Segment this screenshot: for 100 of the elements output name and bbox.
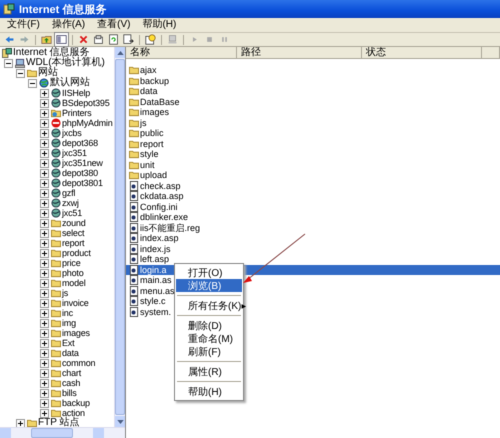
tree-item[interactable]: zound [62,218,86,228]
file-name[interactable]: left.asp [140,254,170,264]
tree-item[interactable]: select [62,228,84,238]
file-name[interactable]: ajax [140,65,157,76]
menu-item[interactable]: 帮助(H) [176,385,242,398]
expand-box[interactable] [40,178,49,188]
file-name[interactable]: backup [140,76,170,86]
file-name[interactable]: login.a [140,264,167,275]
file-name[interactable]: ckdata.asp [140,191,184,202]
file-name[interactable]: iis不能重启.reg [140,222,200,233]
file-name[interactable]: check.asp [140,180,181,191]
expand-box[interactable] [40,248,49,258]
expand-box[interactable] [40,308,49,318]
expand-box[interactable] [16,418,25,427]
menu-item[interactable]: 查看(V) [93,19,134,31]
tree-item[interactable]: model [62,278,86,288]
expand-box[interactable] [40,138,49,148]
file-name[interactable]: style [140,149,159,160]
expand-box[interactable] [40,348,49,358]
tree-item[interactable]: jxc351 [62,148,87,158]
column-header[interactable]: 名称 [126,47,237,58]
tree-item[interactable]: cash [62,378,80,388]
expand-box[interactable] [40,118,49,128]
expand-box[interactable] [40,408,49,418]
expand-box[interactable] [40,188,49,198]
tree-item[interactable]: data [62,348,79,358]
expand-box[interactable] [40,238,49,248]
expand-box[interactable] [40,318,49,328]
file-name[interactable]: menu.as [140,286,175,296]
tree-item[interactable]: WDL(本地计算机) [26,58,105,68]
tree-item[interactable]: Ext [62,338,74,348]
expand-box[interactable] [40,228,49,238]
file-name[interactable]: js [140,118,146,128]
export-list-icon[interactable] [122,33,135,46]
tree-item[interactable]: backup [62,398,90,408]
menu-item[interactable]: 帮助(H) [138,19,180,31]
expand-box[interactable] [40,298,49,308]
properties-icon[interactable] [92,33,105,46]
collapse-box[interactable] [16,68,25,78]
tree-item[interactable]: jxc51 [62,208,82,218]
menu-item[interactable]: 属性(R) [176,365,242,378]
delete-icon[interactable] [77,33,90,46]
file-name[interactable]: public [140,128,164,138]
tree-item[interactable]: Internet 信息服务 [13,48,90,58]
tree-item[interactable]: IISHelp [62,88,90,98]
file-name[interactable]: dblinker.exe [140,212,188,222]
column-header[interactable]: 状态 [362,47,482,58]
tree-item[interactable]: 默认网站 [50,78,90,88]
expand-box[interactable] [40,88,49,98]
expand-box[interactable] [40,358,49,368]
tree-item[interactable]: jxcbs [62,128,82,138]
tree-item[interactable]: BSdepot395 [62,98,110,108]
horizontal-scrollbar[interactable] [0,427,125,438]
file-name[interactable]: index.js [140,244,171,254]
menu-item[interactable]: 删除(D) [176,319,242,332]
menu-item[interactable]: 重命名(M) [176,332,242,345]
expand-box[interactable] [40,278,49,288]
collapse-box[interactable] [28,78,37,88]
file-name[interactable]: unit [140,160,155,170]
expand-box[interactable] [40,108,49,118]
tree-item[interactable]: gzfl [62,188,76,198]
expand-box[interactable] [40,168,49,178]
expand-box[interactable] [40,328,49,338]
expand-box[interactable] [40,288,49,298]
menu-item[interactable]: 打开(O) [176,266,242,279]
column-header[interactable]: 路径 [237,47,362,58]
expand-box[interactable] [40,398,49,408]
menu-item[interactable]: 刷新(F) [176,345,242,358]
tree-item[interactable]: FTP 站点 [38,418,80,427]
tree-item[interactable]: invoice [62,298,89,308]
vertical-scrollbar[interactable] [114,47,125,427]
expand-box[interactable] [40,148,49,158]
expand-box[interactable] [40,368,49,378]
refresh-icon[interactable] [107,33,120,46]
file-name[interactable]: Config.ini [140,202,178,212]
file-name[interactable]: data [140,86,158,96]
tree-view-icon[interactable] [55,33,68,46]
menu-item[interactable]: 文件(F) [3,19,44,31]
menu-item[interactable]: 操作(A) [48,19,90,31]
folder-up-icon[interactable] [40,33,53,46]
expand-box[interactable] [40,388,49,398]
tree-item[interactable]: Printers [62,108,92,118]
expand-box[interactable] [40,158,49,168]
tree-item[interactable]: zxwj [62,198,79,208]
tree-item[interactable]: img [62,318,76,328]
file-name[interactable]: style.c [140,296,166,306]
expand-box[interactable] [40,128,49,138]
help-icon[interactable] [144,33,157,46]
file-name[interactable]: main.as [140,275,172,286]
file-name[interactable]: report [140,138,164,149]
file-name[interactable]: images [140,107,170,118]
tree-item[interactable]: photo [62,268,84,278]
expand-box[interactable] [40,98,49,108]
tree-item[interactable]: 网站 [38,68,58,78]
expand-box[interactable] [40,208,49,218]
tree-item[interactable]: images [62,328,90,338]
tree-item[interactable]: price [62,258,81,268]
tree-item[interactable]: depot368 [62,138,98,148]
scroll-down-icon[interactable] [116,420,124,424]
collapse-box[interactable] [4,58,13,68]
